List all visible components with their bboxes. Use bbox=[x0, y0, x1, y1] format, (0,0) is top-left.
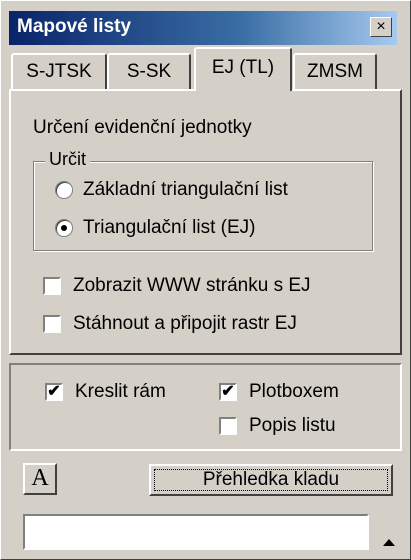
checkbox-popis-listu[interactable]: Popis listu bbox=[219, 415, 336, 437]
font-button[interactable]: A bbox=[23, 463, 57, 495]
check-icon[interactable]: ✔ bbox=[219, 383, 237, 401]
checkbox-label: Plotboxem bbox=[249, 381, 339, 402]
checkbox-label: Kreslit rám bbox=[75, 381, 166, 402]
title-bar[interactable]: Mapové listy × bbox=[9, 11, 397, 45]
close-button[interactable]: × bbox=[370, 17, 392, 37]
checkbox-download-raster[interactable]: Stáhnout a připojit rastr EJ bbox=[43, 313, 297, 335]
overview-button[interactable]: Přehledka kladu bbox=[149, 464, 393, 496]
map-sheets-window: Mapové listy × S-JTSK S-SK EJ (TL) ZMSM … bbox=[0, 0, 411, 560]
radio-label: Triangulační list (EJ) bbox=[83, 217, 256, 238]
checkbox-box[interactable] bbox=[43, 315, 61, 333]
checkbox-show-www[interactable]: Zobrazit WWW stránku s EJ bbox=[43, 275, 311, 297]
radio-label: Základní triangulační list bbox=[83, 179, 288, 200]
tab-s-jtsk[interactable]: S-JTSK bbox=[11, 53, 107, 89]
panel-heading: Určení evidenční jednotky bbox=[33, 117, 252, 138]
checkbox-plotboxem[interactable]: ✔ Plotboxem bbox=[219, 381, 339, 403]
up-arrow-icon[interactable] bbox=[383, 539, 395, 546]
checkbox-box[interactable] bbox=[219, 417, 237, 435]
draw-options-panel bbox=[9, 363, 402, 451]
radio-button-selected[interactable] bbox=[55, 219, 73, 237]
radio-button[interactable] bbox=[55, 181, 73, 199]
checkbox-label: Zobrazit WWW stránku s EJ bbox=[73, 275, 311, 296]
checkbox-label: Popis listu bbox=[249, 415, 336, 436]
window-title: Mapové listy bbox=[17, 16, 132, 37]
text-input[interactable] bbox=[23, 514, 369, 550]
tab-s-sk[interactable]: S-SK bbox=[107, 53, 191, 89]
radio-triangulation-ej[interactable]: Triangulační list (EJ) bbox=[55, 217, 255, 239]
checkbox-kreslit-ram[interactable]: ✔ Kreslit rám bbox=[45, 381, 166, 403]
radio-basic-triangulation[interactable]: Základní triangulační list bbox=[55, 179, 288, 201]
tab-zmsm[interactable]: ZMSM bbox=[293, 53, 377, 89]
check-icon[interactable]: ✔ bbox=[45, 383, 63, 401]
checkbox-label: Stáhnout a připojit rastr EJ bbox=[73, 313, 297, 334]
checkbox-box[interactable] bbox=[43, 277, 61, 295]
groupbox-legend: Určit bbox=[45, 149, 90, 170]
tab-ej-tl[interactable]: EJ (TL) bbox=[194, 47, 292, 91]
